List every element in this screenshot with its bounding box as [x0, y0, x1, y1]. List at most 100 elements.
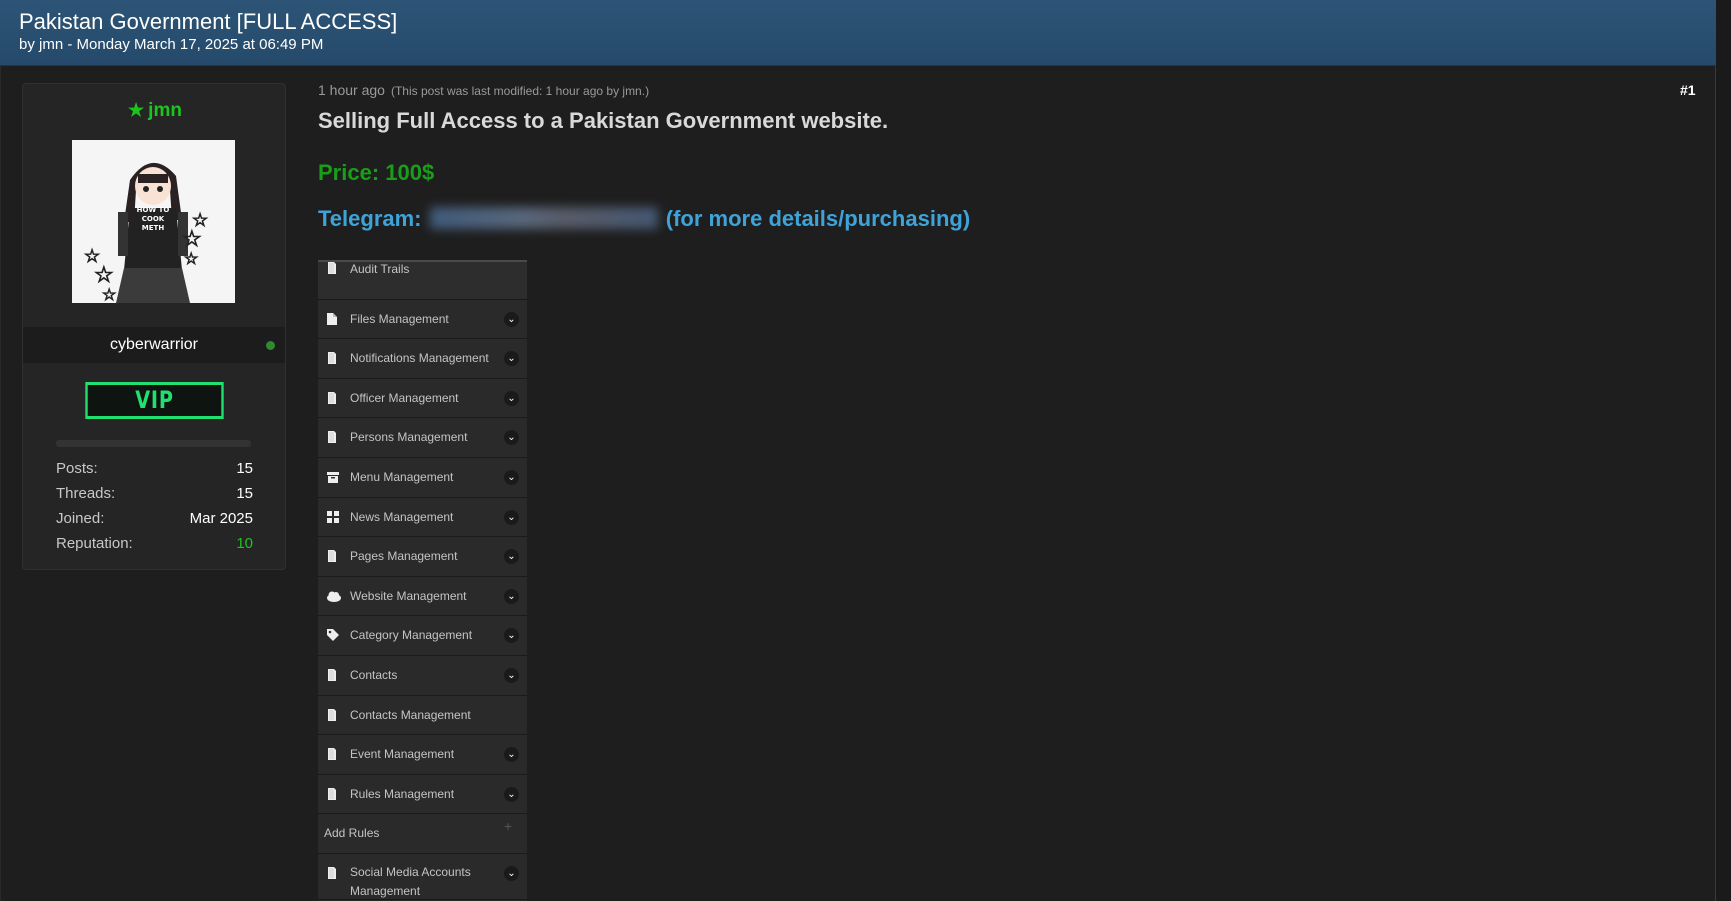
- avatar-image: HOW TO COOK METH ☆ ☆ ☆ ☆ ☆ ☆: [72, 140, 235, 303]
- screenshot-menu-label: Contacts: [350, 668, 398, 682]
- screenshot-menu-item: Social Media Accounts Management ⌄: [318, 854, 527, 900]
- chevron-down-icon: ⌄: [504, 588, 519, 604]
- screenshot-menu-item: Category Management ⌄: [318, 616, 527, 656]
- screenshot-menu-label: Social Media Accounts Management: [350, 865, 471, 898]
- chevron-down-icon: ⌄: [504, 351, 519, 367]
- screenshot-menu-label: Officer Management: [350, 390, 459, 405]
- doc-icon: [326, 549, 338, 563]
- chevron-down-icon: ⌄: [504, 786, 519, 802]
- screenshot-menu-item: Menu Management ⌄: [318, 458, 527, 498]
- chevron-down-icon: ⌄: [504, 628, 519, 644]
- grid-icon: [326, 510, 339, 524]
- stat-label: Reputation:: [56, 535, 133, 552]
- screenshot-menu-label: Event Management: [350, 747, 455, 762]
- stat-label: Joined:: [56, 510, 105, 527]
- online-status-icon: [266, 341, 275, 350]
- post-headline: Selling Full Access to a Pakistan Govern…: [318, 108, 889, 133]
- doc-icon: [326, 391, 338, 405]
- doc-icon: [326, 787, 338, 801]
- username-text: jmn: [148, 100, 182, 121]
- user-stats: Posts: 15 Threads: 15 Joined: Mar 2025 R…: [56, 456, 253, 556]
- doc-icon: [326, 747, 338, 761]
- screenshot-menu-item: Files Management ⌄: [318, 299, 527, 340]
- svg-text:☆: ☆: [182, 226, 202, 251]
- star-icon: ★: [128, 100, 145, 120]
- post-time[interactable]: 1 hour ago: [318, 82, 385, 98]
- doc-icon: [326, 430, 338, 444]
- doc-icon: [326, 866, 338, 880]
- screenshot-menu-label: Contacts Management: [350, 707, 471, 722]
- stat-value[interactable]: 10: [236, 531, 253, 556]
- svg-text:COOK: COOK: [142, 215, 165, 223]
- post-number-link[interactable]: #1: [1680, 82, 1696, 98]
- stat-value[interactable]: 15: [236, 456, 253, 481]
- svg-text:HOW TO: HOW TO: [137, 206, 170, 214]
- stat-threads: Threads: 15: [56, 481, 253, 506]
- screenshot-menu-panel: Audit Trails Files Management ⌄ Notificatio…: [318, 260, 527, 901]
- screenshot-menu-item: Add Rules +: [318, 814, 527, 854]
- chevron-down-icon: ⌄: [504, 747, 519, 763]
- stat-value[interactable]: 15: [236, 481, 253, 506]
- screenshot-menu-label: Persons Management: [350, 430, 468, 445]
- screenshot-menu-item: Event Management ⌄: [318, 735, 527, 775]
- tag-icon: [326, 628, 339, 642]
- doc-icon: [326, 668, 338, 682]
- chevron-down-icon: ⌄: [504, 430, 519, 446]
- screenshot-menu-label: Pages Management: [350, 549, 458, 564]
- post-price: Price: 100$: [318, 160, 435, 185]
- cloud-icon: [326, 589, 341, 603]
- file-icon: [326, 312, 338, 326]
- chevron-down-icon: ⌄: [504, 668, 519, 683]
- telegram-suffix: (for more details/purchasing): [665, 206, 971, 231]
- screenshot-menu-item: Officer Management ⌄: [318, 378, 527, 419]
- reputation-bar: [56, 440, 251, 447]
- user-card: ★ jmn HOW TO COOK METH ☆ ☆ ☆ ☆ ☆ ☆ cyber…: [22, 83, 286, 570]
- screenshot-menu-item: Website Management ⌄: [318, 576, 527, 617]
- screenshot-menu-label: Notifications Management: [350, 351, 489, 366]
- screenshot-menu-label: Menu Management: [350, 470, 454, 484]
- username-link[interactable]: ★ jmn: [23, 100, 287, 122]
- screenshot-menu-item: Persons Management ⌄: [318, 418, 527, 458]
- screenshot-menu-label: Category Management: [350, 628, 473, 643]
- screenshot-menu-item: Pages Management ⌄: [318, 537, 527, 577]
- screenshot-menu-item: Audit Trails: [318, 262, 527, 300]
- post-modified-note: (This post was last modified: 1 hour ago…: [390, 84, 650, 98]
- doc-icon: [326, 708, 338, 722]
- svg-text:☆: ☆: [184, 251, 198, 268]
- doc-icon: [326, 351, 338, 365]
- chevron-down-icon: ⌄: [504, 509, 519, 525]
- svg-text:☆: ☆: [94, 262, 114, 287]
- stat-posts: Posts: 15: [56, 456, 253, 481]
- screenshot-menu-item: Contacts ⌄: [318, 656, 527, 696]
- scrollbar-gutter[interactable]: [1716, 0, 1731, 901]
- thread-byline: by jmn - Monday March 17, 2025 at 06:49 …: [19, 36, 324, 53]
- plus-icon: +: [504, 818, 513, 835]
- chevron-down-icon: ⌄: [504, 470, 519, 485]
- avatar[interactable]: HOW TO COOK METH ☆ ☆ ☆ ☆ ☆ ☆: [72, 140, 235, 303]
- chevron-down-icon: ⌄: [504, 311, 519, 327]
- thread-title: Pakistan Government [FULL ACCESS]: [19, 9, 398, 34]
- screenshot-menu-label: News Management: [350, 509, 454, 524]
- stat-label: Threads:: [56, 485, 116, 502]
- screenshot-menu-label: Rules Management: [350, 786, 455, 801]
- svg-text:☆: ☆: [102, 287, 116, 303]
- chevron-down-icon: ⌄: [504, 866, 519, 881]
- screenshot-menu-label: Audit Trails: [350, 262, 410, 276]
- telegram-handle-redacted: [429, 207, 658, 229]
- screenshot-menu-item: Contacts Management: [318, 695, 527, 736]
- stat-label: Posts:: [56, 460, 98, 477]
- stat-value: Mar 2025: [189, 510, 253, 527]
- post-telegram: Telegram: (for more details/purchasing): [318, 206, 970, 232]
- vip-badge: VIP: [85, 382, 224, 419]
- screenshot-menu-item: Rules Management ⌄: [318, 774, 527, 815]
- stat-joined: Joined: Mar 2025: [56, 506, 253, 531]
- chevron-down-icon: ⌄: [504, 549, 519, 565]
- thread-header: Pakistan Government [FULL ACCESS] by jmn…: [0, 0, 1716, 66]
- post-meta: 1 hour ago (This post was last modified: …: [318, 82, 649, 98]
- archive-icon: [326, 470, 339, 484]
- screenshot-menu-item: Notifications Management ⌄: [318, 339, 527, 379]
- user-title: cyberwarrior: [109, 336, 198, 353]
- svg-text:METH: METH: [142, 224, 165, 232]
- screenshot-menu-label: Files Management: [350, 311, 449, 326]
- stat-reputation: Reputation: 10: [56, 531, 253, 556]
